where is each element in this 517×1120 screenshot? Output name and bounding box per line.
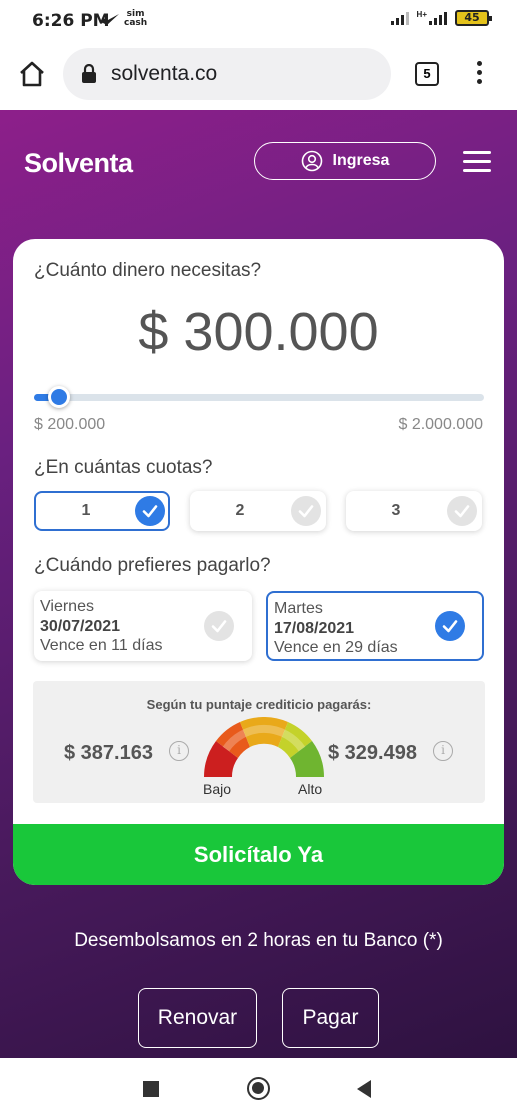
network-type: H+ <box>416 10 427 19</box>
slider-max-label: $ 2.000.000 <box>398 416 483 433</box>
browser-toolbar: solventa.co 5 <box>0 44 517 110</box>
simcash-icon: sim cash <box>124 9 148 28</box>
signal-icon-2 <box>429 12 447 25</box>
menu-icon[interactable] <box>463 151 491 178</box>
loan-card: ¿Cuánto dinero necesitas? $ 300.000 $ 20… <box>13 239 504 885</box>
gauge-low-label: Bajo <box>203 781 232 797</box>
gauge-icon <box>204 717 324 777</box>
pay-button[interactable]: Pagar <box>282 988 379 1048</box>
installment-option-1[interactable]: 1 <box>34 491 170 531</box>
date-option-friday[interactable]: Viernes 30/07/2021 Vence en 11 días <box>34 591 252 661</box>
back-icon[interactable] <box>357 1080 371 1098</box>
lock-icon <box>82 64 96 83</box>
slider-handle[interactable] <box>48 386 71 408</box>
home-nav-icon[interactable] <box>247 1077 270 1100</box>
gauge-high-label: Alto <box>298 781 323 797</box>
status-time: 6:26 PM <box>32 11 110 31</box>
check-icon <box>204 611 234 641</box>
date-due: Vence en 29 días <box>274 639 398 656</box>
score-label: Según tu puntaje crediticio pagarás: <box>146 697 372 712</box>
loan-amount: $ 300.000 <box>138 302 379 362</box>
check-icon <box>291 496 321 526</box>
date-question: ¿Cuándo prefieres pagarlo? <box>34 555 271 576</box>
battery-icon: 45 <box>455 10 492 26</box>
login-label: Ingresa <box>332 152 390 169</box>
logo[interactable]: Solventa <box>24 148 133 179</box>
notification-icon <box>101 14 119 25</box>
url-text: solventa.co <box>111 62 218 85</box>
check-icon <box>135 496 165 526</box>
address-bar[interactable]: solventa.co <box>63 48 391 100</box>
info-icon[interactable]: i <box>433 741 453 761</box>
installments-question: ¿En cuántas cuotas? <box>34 457 213 478</box>
page-content: Solventa Ingresa ¿Cuánto dinero necesita… <box>0 110 517 1058</box>
login-button[interactable]: Ingresa <box>254 142 436 180</box>
slider-min-label: $ 200.000 <box>34 416 106 433</box>
tab-switcher-button[interactable]: 5 <box>415 62 439 86</box>
date-option-tuesday[interactable]: Martes 17/08/2021 Vence en 29 días <box>266 591 484 661</box>
signal-icon <box>390 12 409 25</box>
amount-question: ¿Cuánto dinero necesitas? <box>34 260 262 281</box>
apply-now-button[interactable]: Solicítalo Ya <box>13 824 504 885</box>
payment-high-score: $ 329.498 <box>328 742 417 764</box>
status-bar: 6:26 PM sim cash H+ 45 <box>0 0 517 44</box>
disbursement-note: Desembolsamos en 2 horas en tu Banco (*) <box>74 930 443 951</box>
user-icon <box>301 150 322 172</box>
check-icon <box>435 611 465 641</box>
installment-option-2[interactable]: 2 <box>190 491 326 531</box>
browser-menu-icon[interactable] <box>477 61 483 88</box>
renew-button[interactable]: Renovar <box>138 988 257 1048</box>
payment-low-score: $ 387.163 <box>64 742 153 764</box>
recents-icon[interactable] <box>143 1081 159 1097</box>
amount-slider[interactable] <box>34 386 484 408</box>
credit-score-panel: Según tu puntaje crediticio pagarás: $ 3… <box>33 681 485 803</box>
check-icon <box>447 496 477 526</box>
system-nav-bar <box>0 1058 517 1120</box>
info-icon[interactable]: i <box>169 741 189 761</box>
installment-option-3[interactable]: 3 <box>346 491 482 531</box>
home-icon[interactable] <box>18 60 46 88</box>
